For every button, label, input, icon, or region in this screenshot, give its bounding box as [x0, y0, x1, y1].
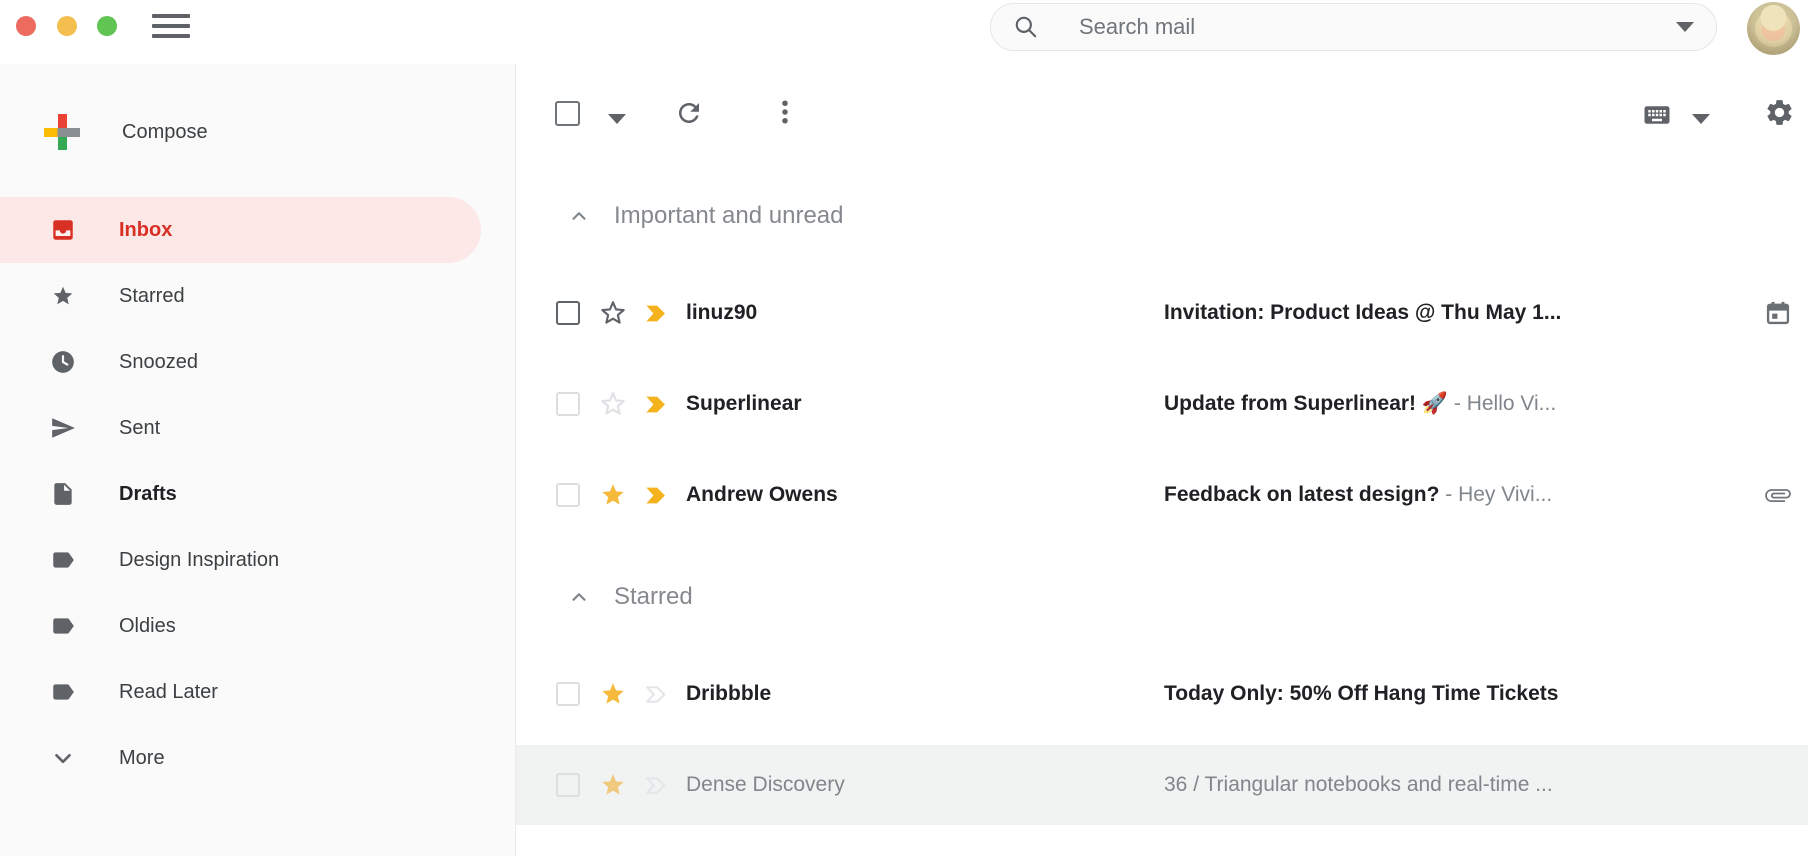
mail-row[interactable]: Andrew Owens Feedback on latest design? -…: [516, 455, 1808, 535]
compose-label: Compose: [122, 121, 208, 144]
sidebar-item-label: Starred: [119, 285, 185, 308]
subject-line: Feedback on latest design? - Hey Vivi...: [1164, 455, 1744, 535]
mail-row[interactable]: Dense Discovery 36 / Triangular notebooks…: [516, 745, 1808, 825]
subject-line: 36 / Triangular notebooks and real-time …: [1164, 745, 1744, 825]
sender-name: linuz90: [686, 273, 757, 353]
calendar-icon: [1764, 299, 1792, 327]
refresh-icon[interactable]: [674, 98, 704, 128]
label-icon: [50, 613, 76, 639]
search-options-dropdown-icon[interactable]: [1676, 22, 1694, 32]
paperclip-icon: [1764, 481, 1792, 509]
subject-text: Today Only: 50% Off Hang Time Tickets: [1164, 682, 1558, 705]
row-checkbox[interactable]: [556, 682, 580, 706]
compose-button[interactable]: Compose: [44, 114, 208, 150]
sidebar-item-label: Drafts: [119, 483, 177, 506]
sidebar-item-more[interactable]: More: [0, 725, 516, 791]
sidebar-item-oldies[interactable]: Oldies: [0, 593, 516, 659]
row-checkbox[interactable]: [556, 483, 580, 507]
sidebar-item-label: Read Later: [119, 681, 218, 704]
mail-row[interactable]: Dribbble Today Only: 50% Off Hang Time Ti…: [516, 654, 1808, 734]
star-toggle-icon[interactable]: [598, 480, 628, 510]
row-checkbox[interactable]: [556, 773, 580, 797]
section-title: Important and unread: [614, 202, 844, 230]
sidebar-item-drafts[interactable]: Drafts: [0, 461, 516, 527]
mail-row[interactable]: Superlinear Update from Superlinear! 🚀 - …: [516, 364, 1808, 444]
snippet-text: - Hey Vivi...: [1439, 483, 1552, 506]
sidebar-item-label: Design Inspiration: [119, 549, 279, 572]
subject-text: 36 / Triangular notebooks and real-time …: [1164, 773, 1553, 796]
sidebar-item-label: Inbox: [119, 219, 172, 242]
sidebar-item-label: Snoozed: [119, 351, 198, 374]
minimize-window-button[interactable]: [57, 16, 77, 36]
subject-text: Invitation: Product Ideas @ Thu May 1...: [1164, 301, 1561, 324]
label-icon: [50, 679, 76, 705]
star-toggle-icon[interactable]: [598, 770, 628, 800]
importance-marker-icon[interactable]: [643, 681, 670, 708]
search-icon: [1013, 14, 1039, 40]
sidebar-item-label: More: [119, 747, 165, 770]
input-tools-dropdown-icon[interactable]: [1692, 114, 1710, 124]
section-header: Important and unread: [568, 200, 844, 232]
hamburger-menu-icon[interactable]: [152, 14, 190, 38]
star-toggle-icon[interactable]: [598, 679, 628, 709]
inbox-icon: [50, 217, 76, 243]
more-options-icon[interactable]: [770, 97, 800, 127]
sidebar: Compose Inbox Starred Snoozed Sent Drafts Des…: [0, 64, 516, 856]
sidebar-item-label: Sent: [119, 417, 160, 440]
subject-line: Invitation: Product Ideas @ Thu May 1...: [1164, 273, 1744, 353]
avatar[interactable]: [1747, 2, 1800, 55]
search-input[interactable]: [1079, 14, 1664, 40]
close-window-button[interactable]: [16, 16, 36, 36]
collapse-section-chevron-up-icon[interactable]: [568, 586, 590, 608]
settings-gear-icon[interactable]: [1764, 97, 1795, 128]
snippet-text: - Hello Vi...: [1448, 392, 1556, 415]
sidebar-item-read-later[interactable]: Read Later: [0, 659, 516, 725]
subject-text: Update from Superlinear! 🚀: [1164, 392, 1448, 415]
star-toggle-icon[interactable]: [598, 389, 628, 419]
chevron-down-icon: [50, 745, 76, 771]
select-all-checkbox[interactable]: [555, 101, 580, 126]
subject-text: Feedback on latest design?: [1164, 483, 1439, 506]
star-icon: [50, 283, 76, 309]
zoom-window-button[interactable]: [97, 16, 117, 36]
subject-line: Update from Superlinear! 🚀 - Hello Vi...: [1164, 364, 1744, 444]
input-tools-keyboard-icon[interactable]: [1638, 100, 1676, 130]
mail-pane: Important and unread linuz90 Invitation: P…: [516, 64, 1808, 856]
select-dropdown-icon[interactable]: [608, 114, 626, 124]
sidebar-nav: Inbox Starred Snoozed Sent Drafts Design Insp…: [0, 197, 516, 791]
collapse-section-chevron-up-icon[interactable]: [568, 205, 590, 227]
sender-name: Dense Discovery: [686, 745, 845, 825]
importance-marker-icon[interactable]: [643, 482, 670, 509]
section-title: Starred: [614, 583, 693, 611]
titlebar: [0, 0, 1808, 64]
sidebar-item-label: Oldies: [119, 615, 176, 638]
star-toggle-icon[interactable]: [598, 298, 628, 328]
subject-line: Today Only: 50% Off Hang Time Tickets: [1164, 654, 1744, 734]
sidebar-item-snoozed[interactable]: Snoozed: [0, 329, 516, 395]
sidebar-item-inbox[interactable]: Inbox: [0, 197, 481, 263]
importance-marker-icon[interactable]: [643, 300, 670, 327]
file-icon: [50, 481, 76, 507]
compose-plus-icon: [44, 114, 80, 150]
search-bar[interactable]: [990, 3, 1717, 51]
mail-row[interactable]: linuz90 Invitation: Product Ideas @ Thu M…: [516, 273, 1808, 353]
sidebar-item-starred[interactable]: Starred: [0, 263, 516, 329]
sidebar-item-design-inspiration[interactable]: Design Inspiration: [0, 527, 516, 593]
send-icon: [50, 415, 76, 441]
sender-name: Superlinear: [686, 364, 802, 444]
label-icon: [50, 547, 76, 573]
row-checkbox[interactable]: [556, 301, 580, 325]
section-header: Starred: [568, 581, 693, 613]
importance-marker-icon[interactable]: [643, 772, 670, 799]
sidebar-item-sent[interactable]: Sent: [0, 395, 516, 461]
sender-name: Andrew Owens: [686, 455, 838, 535]
sender-name: Dribbble: [686, 654, 771, 734]
clock-icon: [50, 349, 76, 375]
row-checkbox[interactable]: [556, 392, 580, 416]
importance-marker-icon[interactable]: [643, 391, 670, 418]
